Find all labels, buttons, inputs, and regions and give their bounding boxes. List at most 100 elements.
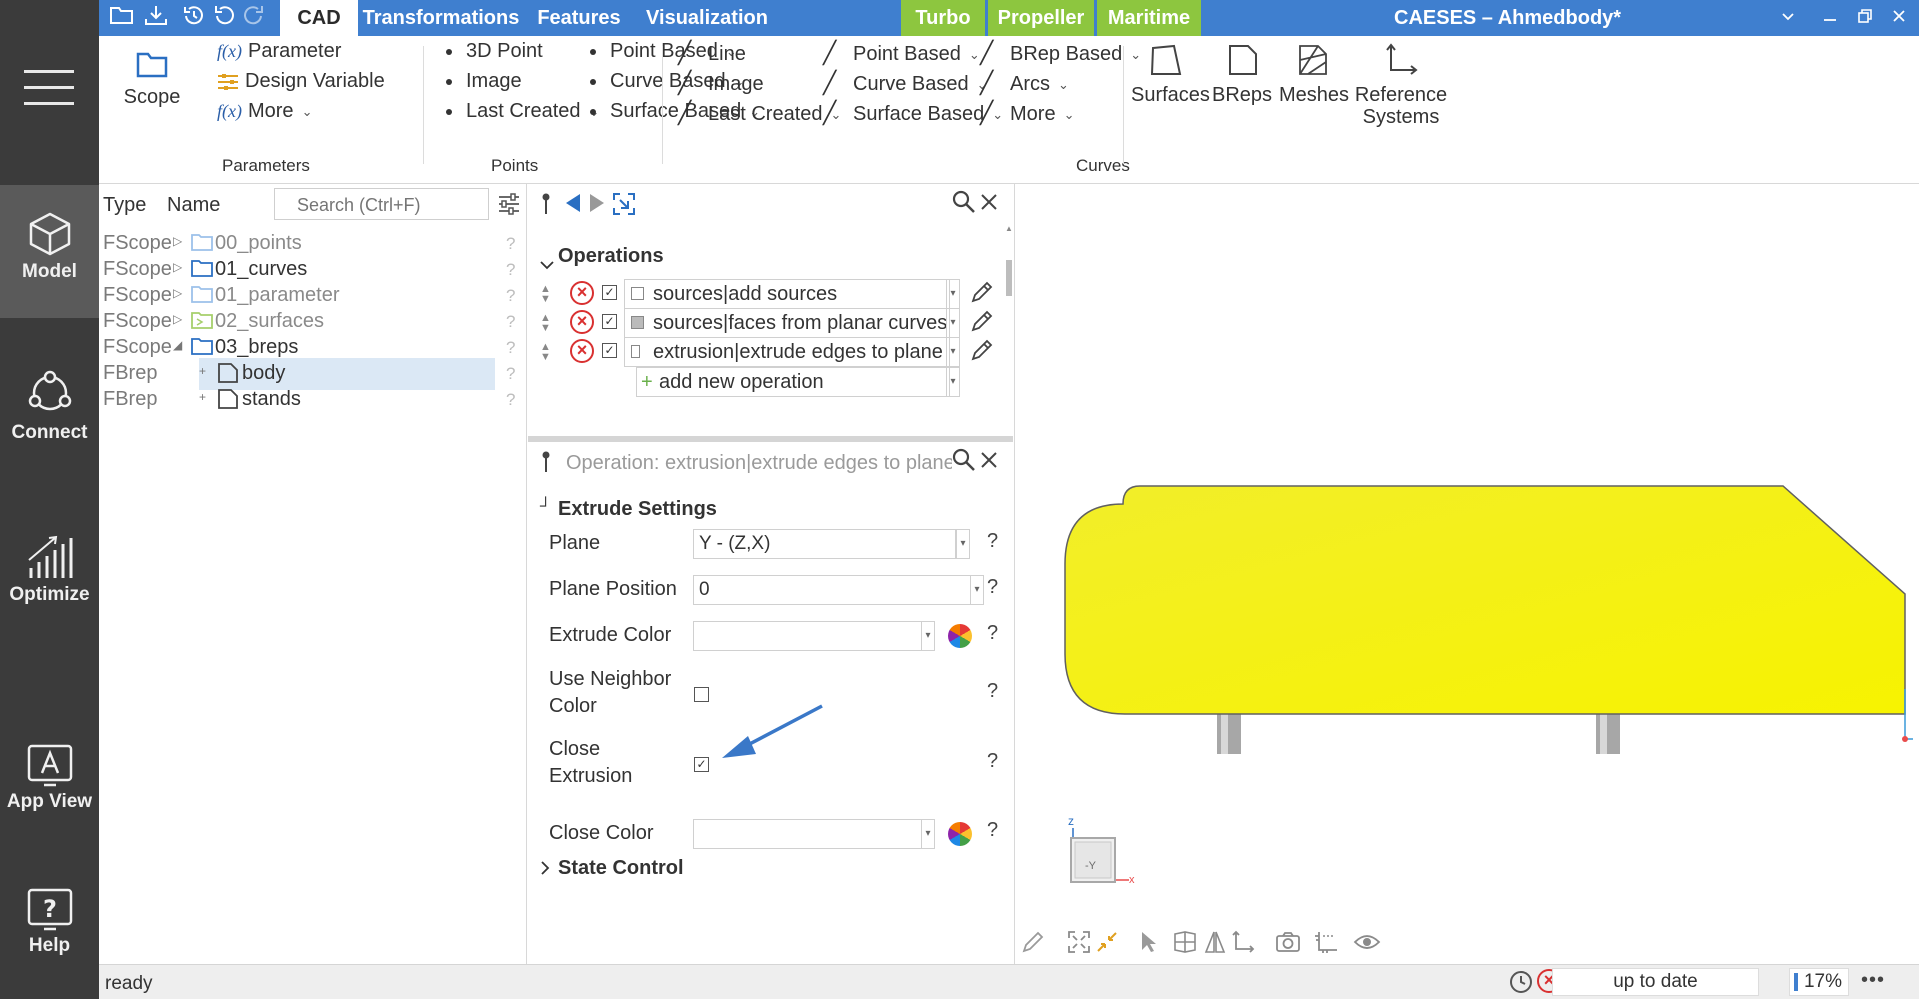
breps-button[interactable]: BReps — [1212, 42, 1272, 107]
help-question-icon[interactable]: ? — [987, 576, 998, 599]
search-icon[interactable] — [952, 448, 976, 478]
reference-systems-button[interactable]: Reference Systems — [1354, 42, 1448, 128]
color-picker-icon[interactable] — [948, 822, 972, 846]
expand-arrow-icon[interactable]: ▷ — [173, 312, 182, 326]
edit-pencil-icon[interactable] — [970, 280, 994, 310]
filter-settings-icon[interactable] — [497, 192, 523, 218]
expand-plus-icon[interactable]: + — [199, 364, 206, 378]
dropdown-arrow-icon[interactable]: ▾ — [921, 621, 935, 651]
expand-arrow-icon[interactable]: ▷ — [173, 234, 182, 248]
parameter-button[interactable]: f(x) Parameter — [217, 40, 341, 63]
dropdown-arrow-icon[interactable]: ▾ — [970, 575, 984, 605]
more-curves-dropdown[interactable]: ╱ More ⌄ — [980, 100, 1074, 126]
help-question-icon[interactable]: ? — [506, 286, 515, 306]
close-window-icon[interactable] — [1879, 0, 1919, 36]
tab-features[interactable]: Features — [524, 0, 634, 36]
fit-view-icon[interactable] — [1067, 930, 1091, 960]
pin-icon[interactable] — [540, 450, 552, 480]
history-icon[interactable] — [179, 4, 209, 32]
add-operation-field[interactable]: + add new operation — [636, 367, 950, 397]
more-parameters-dropdown[interactable]: f(x) More ⌄ — [217, 100, 312, 123]
arcs-dropdown[interactable]: ╱ Arcs ⌄ — [980, 70, 1069, 96]
edit-pencil-icon[interactable] — [970, 309, 994, 339]
operations-scrollbar[interactable]: ▲ — [1005, 224, 1013, 434]
help-question-icon[interactable]: ? — [987, 819, 998, 842]
help-question-icon[interactable]: ? — [987, 530, 998, 553]
help-question-icon[interactable]: ? — [506, 260, 515, 280]
help-question-icon[interactable]: ? — [506, 312, 515, 332]
remove-operation-icon[interactable]: × — [570, 281, 594, 305]
column-header-name[interactable]: Name — [167, 194, 220, 217]
meshes-button[interactable]: Meshes — [1279, 42, 1349, 107]
brep-based-dropdown[interactable]: ╱ BRep Based ⌄ — [980, 40, 1141, 66]
tab-transformations[interactable]: Transformations — [361, 0, 521, 36]
operation-row[interactable]: ▲ ▼ × ✓ extrusion|extrude edges to plane … — [540, 336, 1000, 368]
design-variable-button[interactable]: Design Variable — [217, 70, 385, 93]
edit-pencil-icon[interactable] — [970, 338, 994, 368]
curve-last-created-dropdown[interactable]: ╱ Last Created ⌄ — [678, 100, 841, 126]
history-clock-icon[interactable] — [1508, 969, 1534, 999]
tab-propeller[interactable]: Propeller — [988, 0, 1094, 36]
column-header-type[interactable]: Type — [103, 194, 146, 217]
close-icon[interactable] — [980, 193, 998, 217]
dropdown-arrow-icon[interactable]: ▾ — [946, 308, 960, 338]
stands-geometry[interactable] — [1217, 714, 1620, 754]
redo-icon[interactable] — [239, 4, 269, 32]
section-state-control[interactable]: State Control — [558, 857, 684, 880]
operation-row[interactable]: ▲ ▼ × ✓ sources|add sources ▾ — [540, 278, 1000, 310]
orientation-cube[interactable]: z -Y x — [1065, 814, 1135, 892]
tab-maritime[interactable]: Maritime — [1097, 0, 1201, 36]
operation-enabled-checkbox[interactable]: ✓ — [602, 343, 617, 358]
window-minimize-icon[interactable] — [1810, 0, 1850, 36]
operation-row[interactable]: ▲ ▼ × ✓ sources|faces from planar curves … — [540, 307, 1000, 339]
3d-viewport[interactable]: z -Y x — [1014, 184, 1919, 964]
curve-point-based-dropdown[interactable]: ╱ Point Based ⌄ — [823, 40, 980, 66]
help-question-icon[interactable]: ? — [987, 622, 998, 645]
back-arrow-icon[interactable] — [564, 193, 582, 219]
dropdown-arrow-icon[interactable]: ▾ — [956, 529, 970, 559]
help-question-icon[interactable]: ? — [987, 680, 998, 703]
sidebar-item-optimize[interactable]: Optimize — [0, 532, 99, 606]
help-question-icon[interactable]: ? — [506, 390, 515, 410]
remove-operation-icon[interactable]: × — [570, 310, 594, 334]
select-cursor-icon[interactable] — [1139, 930, 1159, 960]
plane-select[interactable]: Y - (Z,X) — [693, 529, 956, 559]
help-question-icon[interactable]: ? — [506, 338, 515, 358]
sidebar-item-help[interactable]: ? Help — [0, 887, 99, 957]
curve-curve-based-dropdown[interactable]: ╱ Curve Based ⌄ — [823, 70, 988, 96]
visibility-eye-icon[interactable] — [1353, 932, 1381, 958]
dimension-icon[interactable] — [1313, 930, 1339, 960]
expand-plus-icon[interactable]: + — [199, 390, 206, 404]
tree-search-input[interactable] — [274, 188, 489, 220]
tab-turbo[interactable]: Turbo — [901, 0, 985, 36]
reorder-arrows-icon[interactable]: ▲ ▼ — [540, 342, 551, 363]
collapse-arrow-icon[interactable]: ◢ — [173, 338, 182, 352]
viewport-canvas[interactable] — [1015, 184, 1919, 924]
pin-icon[interactable] — [540, 192, 552, 222]
camera-icon[interactable] — [1275, 930, 1301, 960]
operation-enabled-checkbox[interactable]: ✓ — [602, 285, 617, 300]
focus-select-icon[interactable] — [612, 192, 636, 222]
sidebar-item-model[interactable]: Model — [0, 185, 99, 318]
operation-field[interactable]: sources|add sources — [624, 279, 950, 309]
hamburger-menu-icon[interactable] — [24, 70, 74, 110]
close-extrusion-checkbox[interactable]: ✓ — [694, 757, 709, 772]
3d-point-button[interactable]: 3D Point — [446, 40, 543, 63]
zoom-selection-icon[interactable] — [1095, 930, 1119, 960]
reorder-arrows-icon[interactable]: ▲ ▼ — [540, 284, 551, 305]
update-status[interactable]: up to date — [1552, 968, 1759, 996]
dropdown-arrow-icon[interactable]: ▾ — [946, 337, 960, 367]
chevron-right-icon[interactable] — [540, 860, 550, 882]
dropdown-arrow-icon[interactable]: ▾ — [946, 279, 960, 309]
chevron-down-icon[interactable] — [540, 254, 554, 276]
curve-surface-based-dropdown[interactable]: ╱ Surface Based ⌄ — [823, 100, 1003, 126]
collapse-section-icon[interactable]: ┘ — [540, 498, 551, 516]
body-geometry[interactable] — [1064, 485, 1906, 715]
help-question-icon[interactable]: ? — [506, 364, 515, 384]
use-neighbor-color-checkbox[interactable] — [694, 687, 709, 702]
section-extrude-settings[interactable]: Extrude Settings — [558, 498, 717, 521]
plane-position-input[interactable]: 0 — [693, 575, 971, 605]
minimize-icon[interactable] — [1768, 0, 1808, 36]
undo-icon[interactable] — [209, 4, 239, 32]
open-folder-icon[interactable] — [107, 4, 137, 32]
